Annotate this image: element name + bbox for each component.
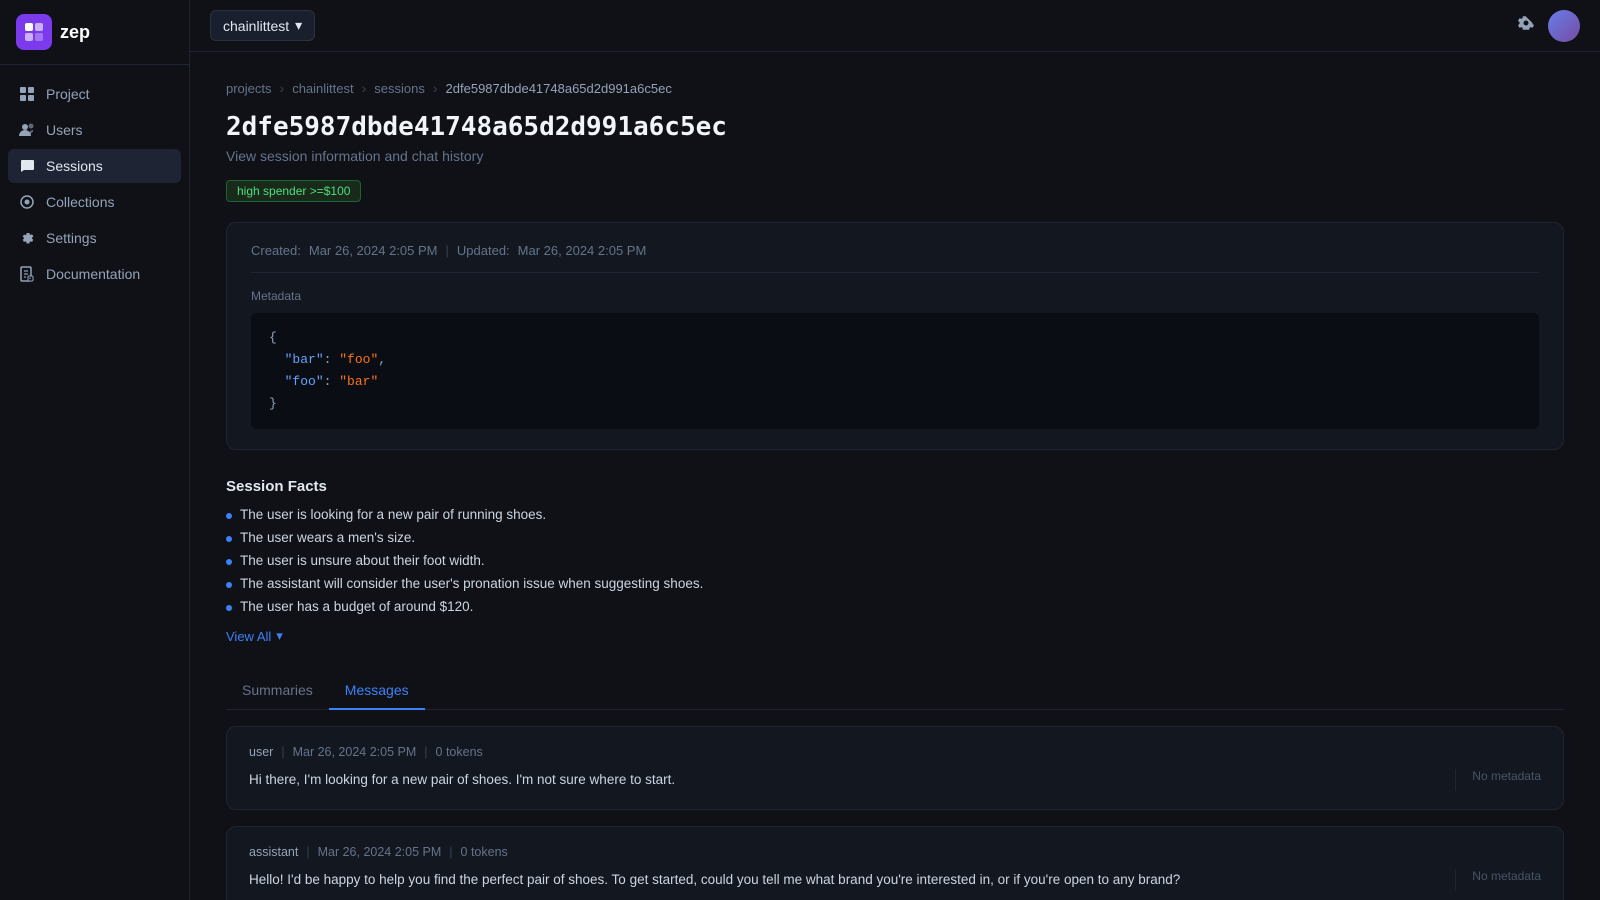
view-all-label: View All <box>226 629 271 644</box>
message-card: user | Mar 26, 2024 2:05 PM | 0 tokens H… <box>226 726 1564 810</box>
settings-icon <box>18 229 36 247</box>
header-separator: | <box>446 243 449 258</box>
logo-text: zep <box>60 22 90 43</box>
fact-bullet <box>226 605 232 611</box>
fact-text: The user wears a men's size. <box>240 530 415 545</box>
no-metadata-label: No metadata <box>1472 769 1541 783</box>
breadcrumb-session-id: 2dfe5987dbde41748a65d2d991a6c5ec <box>446 81 672 96</box>
sessions-icon <box>18 157 36 175</box>
fact-text: The user is looking for a new pair of ru… <box>240 507 546 522</box>
tab-summaries[interactable]: Summaries <box>226 672 329 710</box>
session-tag: high spender >=$100 <box>226 180 361 202</box>
documentation-icon <box>18 265 36 283</box>
page-content: projects › chainlittest › sessions › 2df… <box>190 52 1600 900</box>
collections-icon <box>18 193 36 211</box>
sidebar-item-project-label: Project <box>46 86 90 102</box>
user-avatar[interactable] <box>1548 10 1580 42</box>
message-tokens: 0 tokens <box>461 845 508 859</box>
metadata-code: { "bar": "foo", "foo": "bar" } <box>251 313 1539 429</box>
message-text: Hello! I'd be happy to help you find the… <box>249 869 1439 891</box>
sidebar-item-project[interactable]: Project <box>8 77 181 111</box>
fact-bullet <box>226 582 232 588</box>
message-meta: assistant | Mar 26, 2024 2:05 PM | 0 tok… <box>249 845 1541 859</box>
breadcrumb-sep-1: › <box>280 80 285 96</box>
metadata-label: Metadata <box>251 289 1539 303</box>
message-body: Hi there, I'm looking for a new pair of … <box>249 769 1541 791</box>
project-selector[interactable]: chainlittest ▾ <box>210 10 315 41</box>
message-role: assistant <box>249 845 298 859</box>
list-item: The user is looking for a new pair of ru… <box>226 507 1564 522</box>
project-icon <box>18 85 36 103</box>
fact-text: The assistant will consider the user's p… <box>240 576 703 591</box>
message-metadata-col: No metadata <box>1455 869 1541 891</box>
session-facts-title: Session Facts <box>226 478 1564 495</box>
sidebar-nav: Project Users Sessions <box>0 65 189 303</box>
topbar-right <box>1516 10 1580 42</box>
breadcrumb: projects › chainlittest › sessions › 2df… <box>226 80 1564 96</box>
breadcrumb-sep-3: › <box>433 80 438 96</box>
created-value: Mar 26, 2024 2:05 PM <box>309 243 438 258</box>
view-all-button[interactable]: View All ▾ <box>226 628 1564 644</box>
sidebar-item-sessions[interactable]: Sessions <box>8 149 181 183</box>
breadcrumb-sep-2: › <box>362 80 367 96</box>
sidebar-item-documentation-label: Documentation <box>46 266 140 282</box>
sidebar-item-settings-label: Settings <box>46 230 97 246</box>
settings-gear-icon[interactable] <box>1516 13 1536 38</box>
fact-text: The user has a budget of around $120. <box>240 599 473 614</box>
fact-bullet <box>226 559 232 565</box>
main-area: chainlittest ▾ projects › chainlittest ›… <box>190 0 1600 900</box>
sidebar-item-sessions-label: Sessions <box>46 158 103 174</box>
fact-bullet <box>226 513 232 519</box>
list-item: The assistant will consider the user's p… <box>226 576 1564 591</box>
message-text: Hi there, I'm looking for a new pair of … <box>249 769 1439 791</box>
list-item: The user is unsure about their foot widt… <box>226 553 1564 568</box>
tab-messages[interactable]: Messages <box>329 672 425 710</box>
no-metadata-label: No metadata <box>1472 869 1541 883</box>
facts-list: The user is looking for a new pair of ru… <box>226 507 1564 614</box>
sidebar-item-collections-label: Collections <box>46 194 114 210</box>
chevron-down-icon: ▾ <box>295 17 302 34</box>
logo-area: zep <box>0 0 189 65</box>
users-icon <box>18 121 36 139</box>
sidebar-item-collections[interactable]: Collections <box>8 185 181 219</box>
message-role: user <box>249 745 273 759</box>
message-date: Mar 26, 2024 2:05 PM <box>318 845 442 859</box>
list-item: The user has a budget of around $120. <box>226 599 1564 614</box>
messages-container: user | Mar 26, 2024 2:05 PM | 0 tokens H… <box>226 726 1564 900</box>
message-meta: user | Mar 26, 2024 2:05 PM | 0 tokens <box>249 745 1541 759</box>
message-body: Hello! I'd be happy to help you find the… <box>249 869 1541 891</box>
topbar: chainlittest ▾ <box>190 0 1600 52</box>
page-subtitle: View session information and chat histor… <box>226 148 1564 164</box>
breadcrumb-projects[interactable]: projects <box>226 81 272 96</box>
session-facts-section: Session Facts The user is looking for a … <box>226 478 1564 644</box>
sidebar-item-documentation[interactable]: Documentation <box>8 257 181 291</box>
breadcrumb-chainlittest[interactable]: chainlittest <box>292 81 353 96</box>
info-card-header: Created: Mar 26, 2024 2:05 PM | Updated:… <box>251 243 1539 273</box>
fact-text: The user is unsure about their foot widt… <box>240 553 485 568</box>
message-card: assistant | Mar 26, 2024 2:05 PM | 0 tok… <box>226 826 1564 900</box>
updated-value: Mar 26, 2024 2:05 PM <box>518 243 647 258</box>
breadcrumb-sessions[interactable]: sessions <box>374 81 425 96</box>
sidebar: zep Project Use <box>0 0 190 900</box>
message-tokens: 0 tokens <box>436 745 483 759</box>
message-metadata-col: No metadata <box>1455 769 1541 791</box>
sidebar-item-users-label: Users <box>46 122 83 138</box>
list-item: The user wears a men's size. <box>226 530 1564 545</box>
logo-icon <box>16 14 52 50</box>
project-name: chainlittest <box>223 18 289 34</box>
page-title: 2dfe5987dbde41748a65d2d991a6c5ec <box>226 112 1564 142</box>
updated-label: Updated: <box>457 243 510 258</box>
message-tabs: Summaries Messages <box>226 672 1564 710</box>
fact-bullet <box>226 536 232 542</box>
message-date: Mar 26, 2024 2:05 PM <box>293 745 417 759</box>
created-label: Created: <box>251 243 301 258</box>
chevron-down-icon: ▾ <box>276 628 283 644</box>
sidebar-item-settings[interactable]: Settings <box>8 221 181 255</box>
sidebar-item-users[interactable]: Users <box>8 113 181 147</box>
info-card: Created: Mar 26, 2024 2:05 PM | Updated:… <box>226 222 1564 450</box>
